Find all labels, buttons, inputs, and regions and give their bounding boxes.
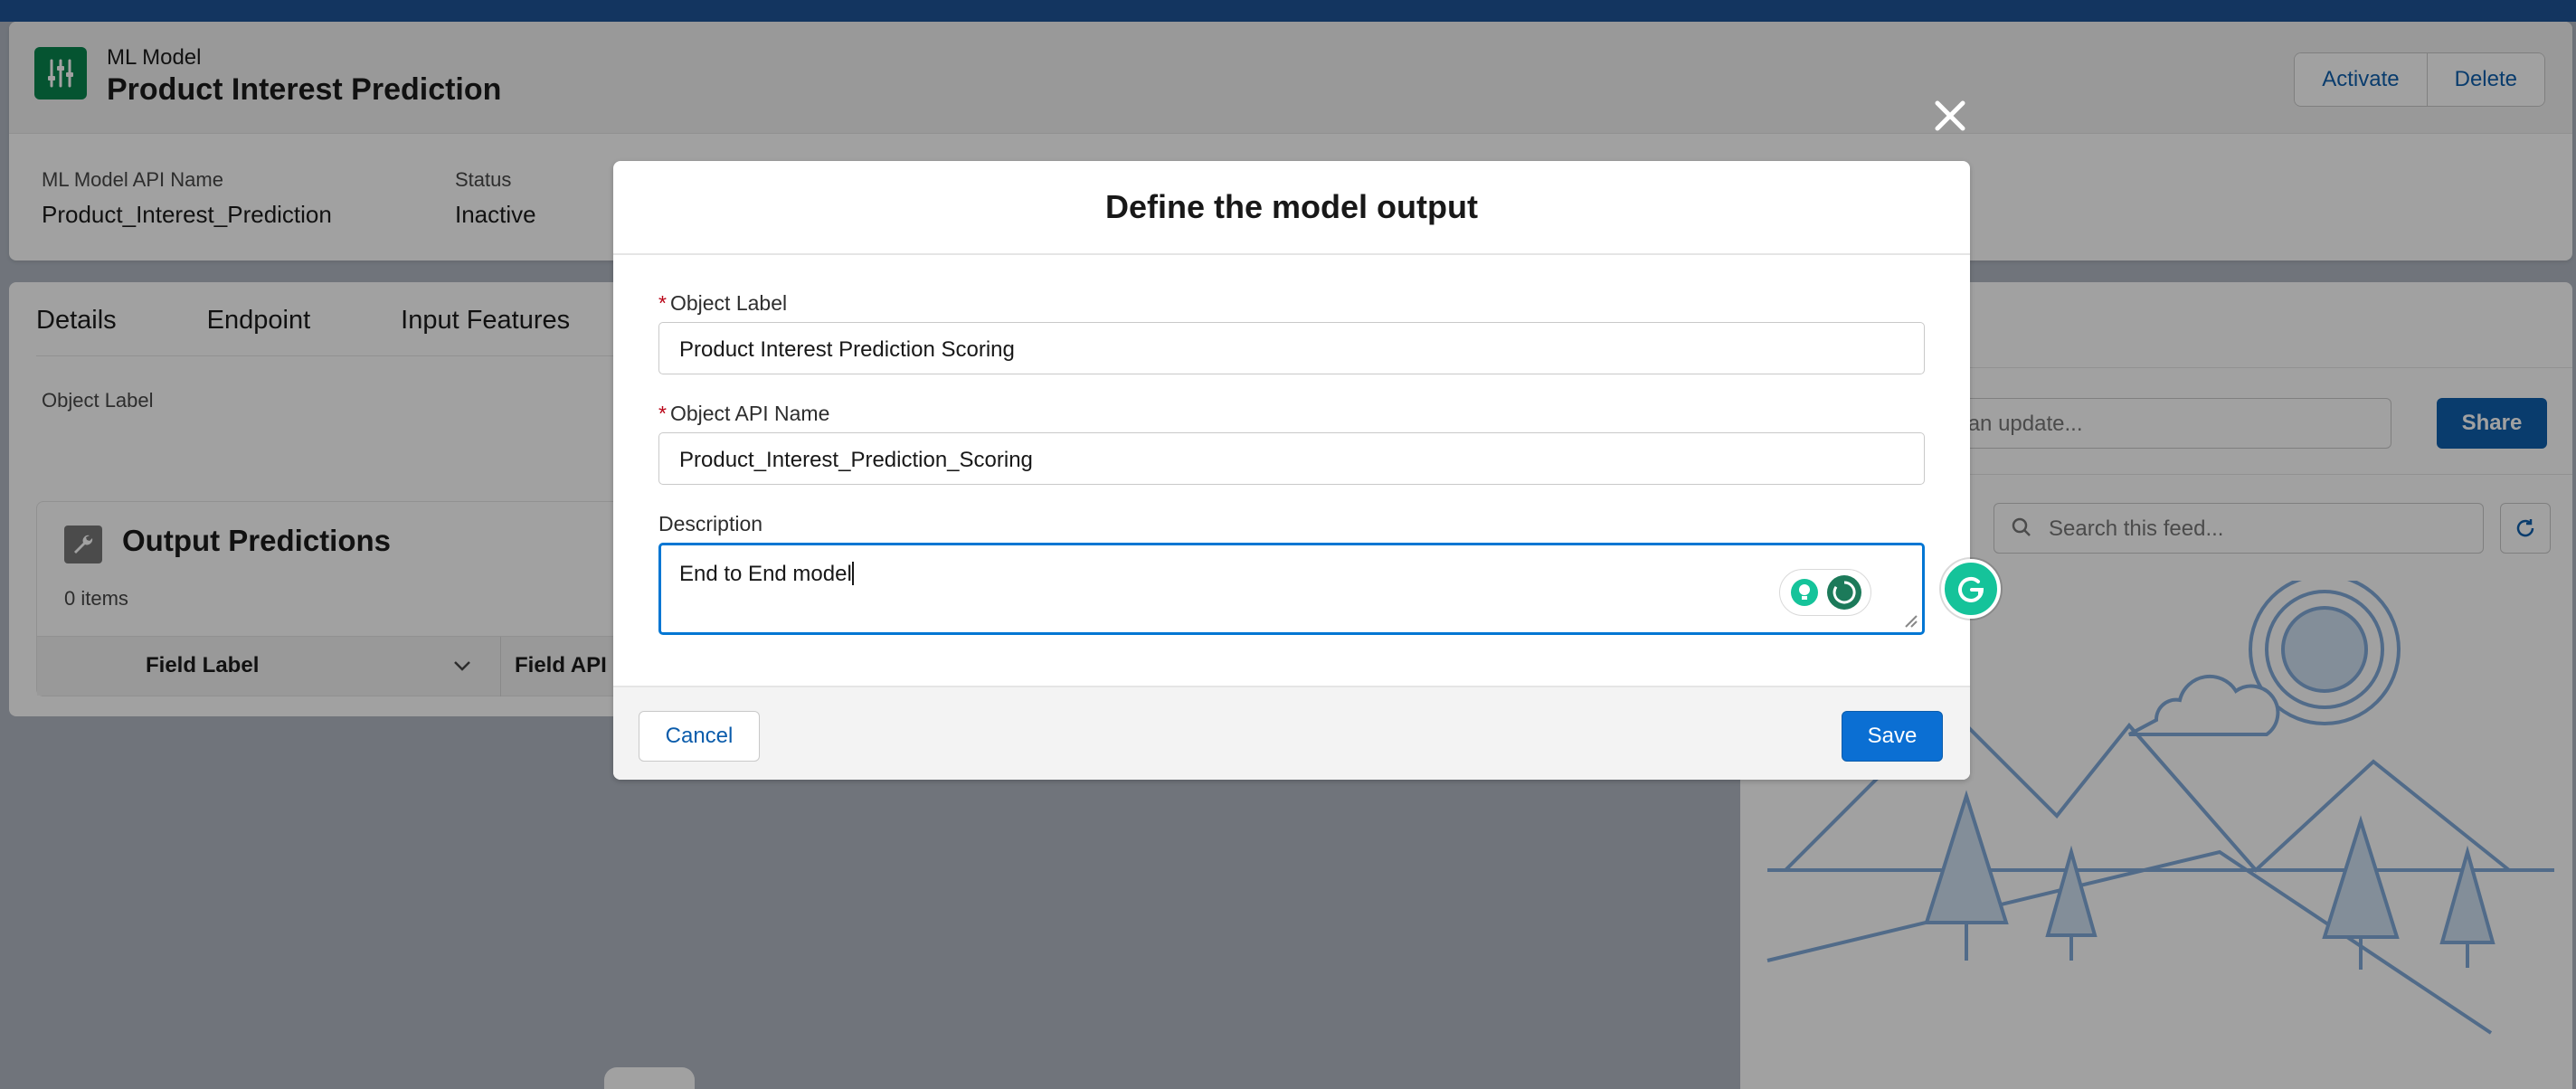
close-icon — [1935, 100, 1965, 131]
grammarly-icon[interactable] — [1941, 559, 2001, 619]
save-button[interactable]: Save — [1842, 711, 1943, 762]
object-label-label-text: Object Label — [669, 291, 788, 315]
grammarly-status-icon[interactable] — [1826, 574, 1862, 611]
resize-handle-icon[interactable] — [1904, 614, 1918, 629]
cancel-button[interactable]: Cancel — [639, 711, 760, 762]
close-modal-button[interactable] — [1930, 96, 1970, 136]
object-api-name-input[interactable]: Product_Interest_Prediction_Scoring — [658, 432, 1925, 485]
text-cursor — [851, 562, 854, 585]
modal-title: Define the model output — [1105, 188, 1478, 225]
lightbulb-icon[interactable] — [1789, 577, 1820, 608]
description-textarea[interactable]: End to End model — [658, 543, 1925, 635]
modal-footer: Cancel Save — [613, 686, 1970, 780]
object-api-name-label: * Object API Name — [658, 402, 829, 426]
description-label: Description — [658, 512, 763, 535]
required-marker: * — [658, 291, 667, 315]
object-label-input[interactable]: Product Interest Prediction Scoring — [658, 322, 1925, 374]
modal-header: Define the model output — [613, 161, 1970, 255]
define-output-modal: Define the model output * Object Label Pr… — [613, 161, 1970, 780]
description-text: End to End model — [679, 562, 852, 586]
required-marker: * — [658, 402, 667, 425]
object-label-label: * Object Label — [658, 291, 787, 316]
grammarly-suggestion-pill[interactable] — [1779, 569, 1871, 616]
object-api-name-label-text: Object API Name — [669, 402, 830, 425]
